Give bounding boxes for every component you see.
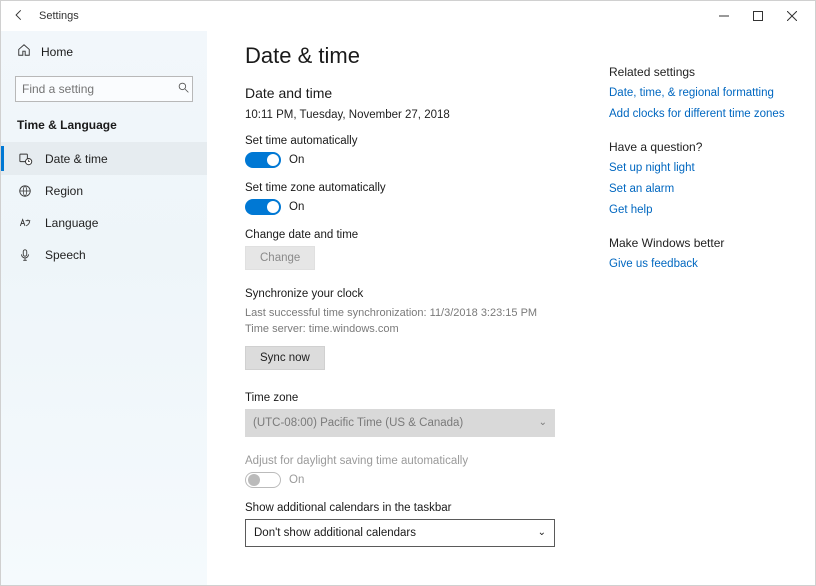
link-regional-formatting[interactable]: Date, time, & regional formatting [609,87,797,99]
date-time-icon [17,151,33,166]
timezone-label: Time zone [245,392,575,404]
set-tz-auto-label: Set time zone automatically [245,182,575,194]
set-tz-auto-toggle[interactable] [245,199,281,215]
sidebar-home[interactable]: Home [1,35,207,68]
additional-calendars-select[interactable]: Don't show additional calendars ⌄ [245,519,555,547]
dst-toggle [245,472,281,488]
content-pane: Date & time Date and time 10:11 PM, Tues… [207,43,599,585]
link-night-light[interactable]: Set up night light [609,162,797,174]
have-a-question-heading: Have a question? [609,140,797,154]
sidebar-item-label: Language [45,216,98,230]
sidebar-item-date-time[interactable]: Date & time [1,142,207,175]
timezone-select: (UTC-08:00) Pacific Time (US & Canada) ⌄ [245,409,555,437]
link-get-help[interactable]: Get help [609,204,797,216]
additional-calendars-label: Show additional calendars in the taskbar [245,502,575,514]
toggle-state: On [289,201,304,213]
search-input[interactable] [22,82,177,96]
sidebar-item-label: Speech [45,248,86,262]
window-title: Settings [39,10,79,22]
link-set-alarm[interactable]: Set an alarm [609,183,797,195]
current-datetime: 10:11 PM, Tuesday, November 27, 2018 [245,109,575,121]
titlebar: Settings [1,1,815,31]
sidebar-category: Time & Language [1,114,207,142]
language-icon [17,216,33,230]
sidebar-item-label: Region [45,184,83,198]
toggle-state: On [289,474,304,486]
sidebar: Home Time & Language Date & time Region [1,31,207,585]
close-button[interactable] [775,2,809,30]
section-heading: Date and time [245,85,575,101]
globe-icon [17,184,33,198]
related-settings-heading: Related settings [609,65,797,79]
right-rail: Related settings Date, time, & regional … [599,43,815,585]
dst-label: Adjust for daylight saving time automati… [245,455,575,467]
chevron-down-icon: ⌄ [539,417,547,428]
link-add-clocks[interactable]: Add clocks for different time zones [609,108,797,120]
sidebar-home-label: Home [41,45,73,59]
microphone-icon [17,248,33,262]
back-button[interactable] [7,8,31,25]
additional-calendars-value: Don't show additional calendars [254,527,416,539]
settings-window: Settings Home Time [0,0,816,586]
search-icon [177,81,190,97]
sync-now-button[interactable]: Sync now [245,346,325,370]
sidebar-item-label: Date & time [45,152,108,166]
sync-heading: Synchronize your clock [245,288,575,300]
set-time-auto-label: Set time automatically [245,135,575,147]
toggle-state: On [289,154,304,166]
maximize-button[interactable] [741,2,775,30]
sidebar-item-language[interactable]: Language [1,207,207,239]
set-time-auto-toggle[interactable] [245,152,281,168]
change-datetime-label: Change date and time [245,229,575,241]
timezone-value: (UTC-08:00) Pacific Time (US & Canada) [253,417,463,429]
change-button: Change [245,246,315,270]
minimize-button[interactable] [707,2,741,30]
sidebar-item-speech[interactable]: Speech [1,239,207,271]
link-give-feedback[interactable]: Give us feedback [609,258,797,270]
make-windows-better-heading: Make Windows better [609,236,797,250]
page-title: Date & time [245,43,575,69]
sync-server-text: Time server: time.windows.com [245,322,575,338]
home-icon [17,43,31,60]
sidebar-item-region[interactable]: Region [1,175,207,207]
sync-last-text: Last successful time synchronization: 11… [245,306,575,322]
chevron-down-icon: ⌄ [538,527,546,538]
search-box[interactable] [15,76,193,102]
